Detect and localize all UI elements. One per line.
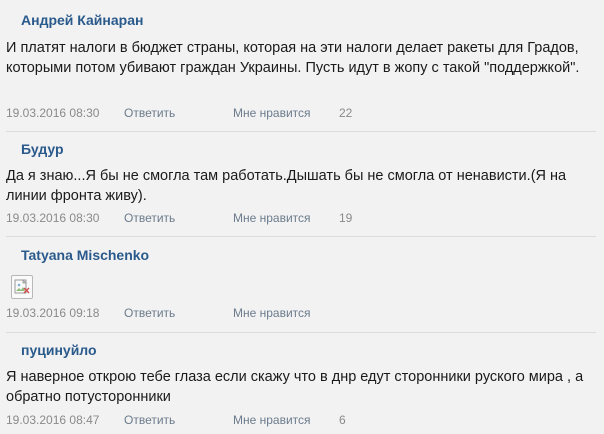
like-count: 22 — [339, 106, 353, 120]
like-button[interactable]: Мне нравится — [233, 306, 311, 320]
reply-button[interactable]: Ответить — [124, 211, 175, 225]
comment-text: И платят налоги в бюджет страны, которая… — [6, 40, 580, 76]
like-count: 19 — [339, 211, 353, 225]
comment-author[interactable]: Tatyana Mischenko — [21, 247, 149, 263]
comment-date: 19.03.2016 08:30 — [6, 106, 100, 120]
divider — [6, 236, 596, 237]
comment-date: 19.03.2016 09:18 — [6, 306, 100, 320]
comment-text: Да я знаю...Я бы не смогла там работать.… — [6, 168, 567, 204]
comment-date: 19.03.2016 08:47 — [6, 413, 100, 427]
comment-author[interactable]: пуцинуйло — [21, 342, 97, 358]
like-button[interactable]: Мне нравится — [233, 413, 311, 427]
divider — [6, 131, 596, 132]
image-placeholder-icon — [14, 279, 30, 294]
comment-author[interactable]: Андрей Кайнаран — [21, 12, 143, 28]
divider — [6, 332, 596, 333]
comment-date: 19.03.2016 08:30 — [6, 211, 100, 225]
reply-button[interactable]: Ответить — [124, 106, 175, 120]
comment-author[interactable]: Будур — [21, 141, 64, 157]
like-button[interactable]: Мне нравится — [233, 106, 311, 120]
like-button[interactable]: Мне нравится — [233, 211, 311, 225]
reply-button[interactable]: Ответить — [124, 413, 175, 427]
comment-text: Я наверное открою тебе глаза если скажу … — [6, 369, 584, 405]
reply-button[interactable]: Ответить — [124, 306, 175, 320]
broken-image-icon[interactable] — [11, 275, 33, 299]
like-count: 6 — [339, 413, 346, 427]
